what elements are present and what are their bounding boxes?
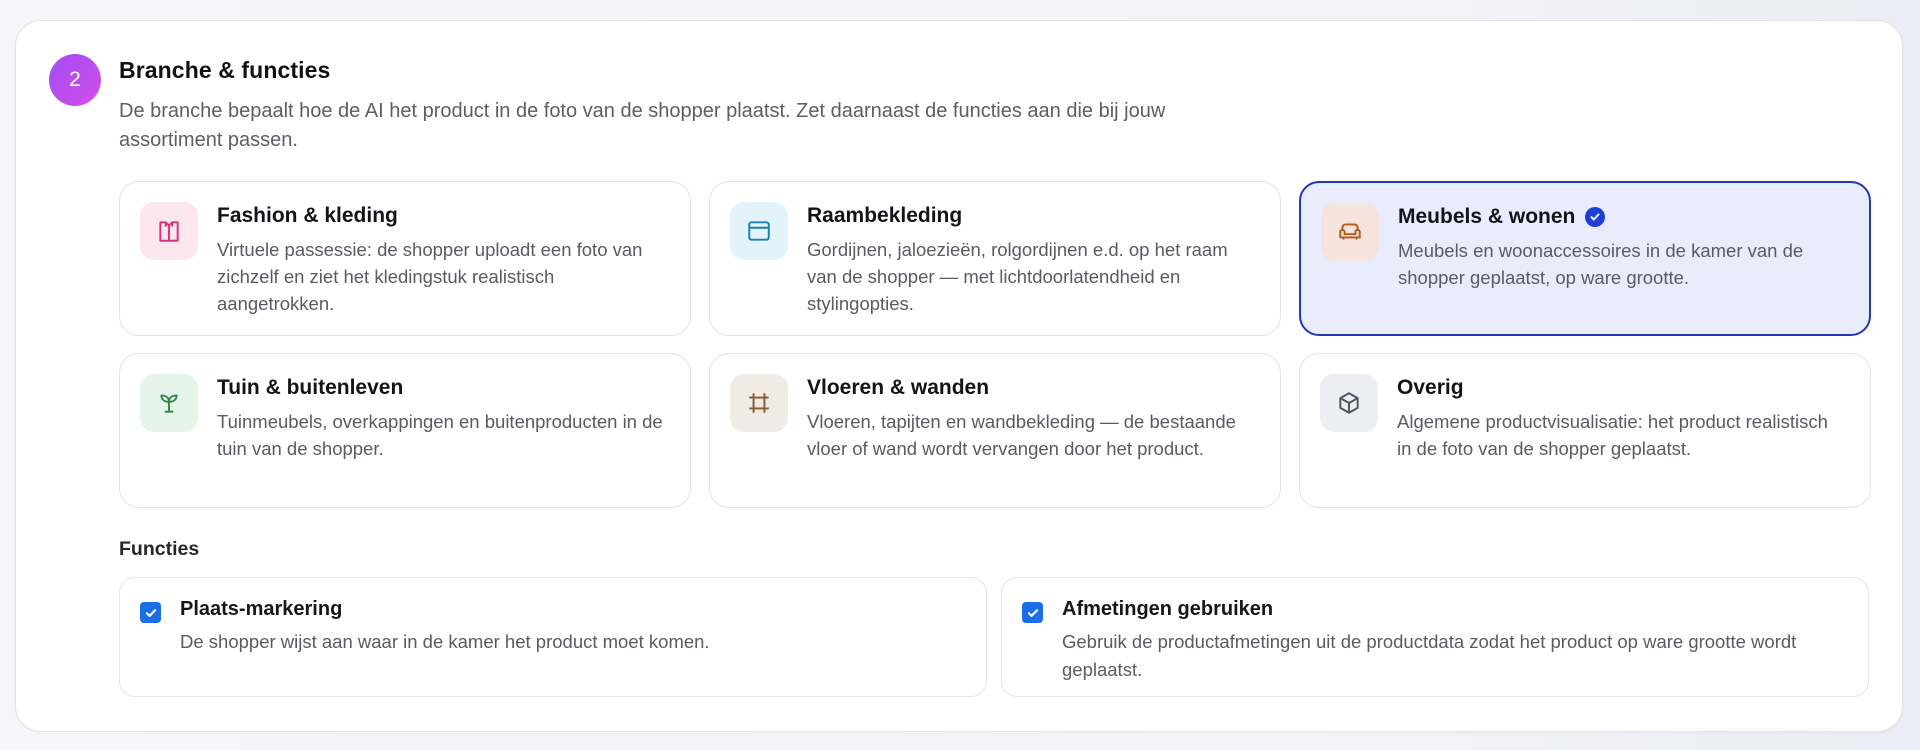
branche-card-meubels[interactable]: Meubels & wonen Meubels en woonaccessoir… [1299,181,1871,336]
branche-title: Tuin & buitenleven [217,376,404,399]
frame-icon [730,374,788,432]
step-number-badge: 2 [49,54,101,106]
box-icon [1320,374,1378,432]
branche-title: Overig [1397,376,1464,399]
branche-title: Fashion & kleding [217,204,398,227]
branche-description: Virtuele passessie: de shopper uploadt e… [217,239,643,314]
feature-title: Plaats-markering [180,598,343,620]
branche-description: Meubels en woonaccessoires in de kamer v… [1398,240,1804,288]
branche-card-tuin[interactable]: Tuin & buitenleven Tuinmeubels, overkapp… [119,353,691,508]
branche-card-overig[interactable]: Overig Algemene productvisualisatie: het… [1299,353,1871,508]
branche-card-fashion[interactable]: Fashion & kleding Virtuele passessie: de… [119,181,691,336]
branche-description: Gordijnen, jaloezieën, rolgordijnen e.d.… [807,239,1228,314]
section-description: De branche bepaalt hoe de AI het product… [119,100,1166,151]
branche-card-vloeren[interactable]: Vloeren & wanden Vloeren, tapijten en wa… [709,353,1281,508]
feature-title: Afmetingen gebruiken [1062,598,1274,620]
shirt-icon [140,202,198,260]
feature-afmetingen: Afmetingen gebruiken Gebruik de producta… [1001,577,1869,697]
plaats-markering-checkbox[interactable] [140,602,161,623]
afmetingen-checkbox[interactable] [1022,602,1043,623]
branche-title: Raambekleding [807,204,963,227]
branche-description: Algemene productvisualisatie: het produc… [1397,411,1828,459]
sofa-icon [1321,203,1379,261]
sprout-icon [140,374,198,432]
branche-description: Vloeren, tapijten en wandbekleding — de … [807,411,1236,459]
functies-heading: Functies [119,538,200,560]
feature-plaats-markering: Plaats-markering De shopper wijst aan wa… [119,577,987,697]
branche-panel: 2 Branche & functies De branche bepaalt … [15,20,1903,732]
section-title: Branche & functies [119,57,331,83]
branche-title: Vloeren & wanden [807,376,990,399]
feature-description: Gebruik de productafmetingen uit de prod… [1062,631,1797,680]
feature-description: De shopper wijst aan waar in de kamer he… [180,631,710,652]
selected-check-icon [1585,207,1606,227]
window-icon [730,202,788,260]
branche-card-raambekleding[interactable]: Raambekleding Gordijnen, jaloezieën, rol… [709,181,1281,336]
branche-title: Meubels & wonen [1398,205,1606,229]
branche-description: Tuinmeubels, overkappingen en buitenprod… [217,411,663,459]
